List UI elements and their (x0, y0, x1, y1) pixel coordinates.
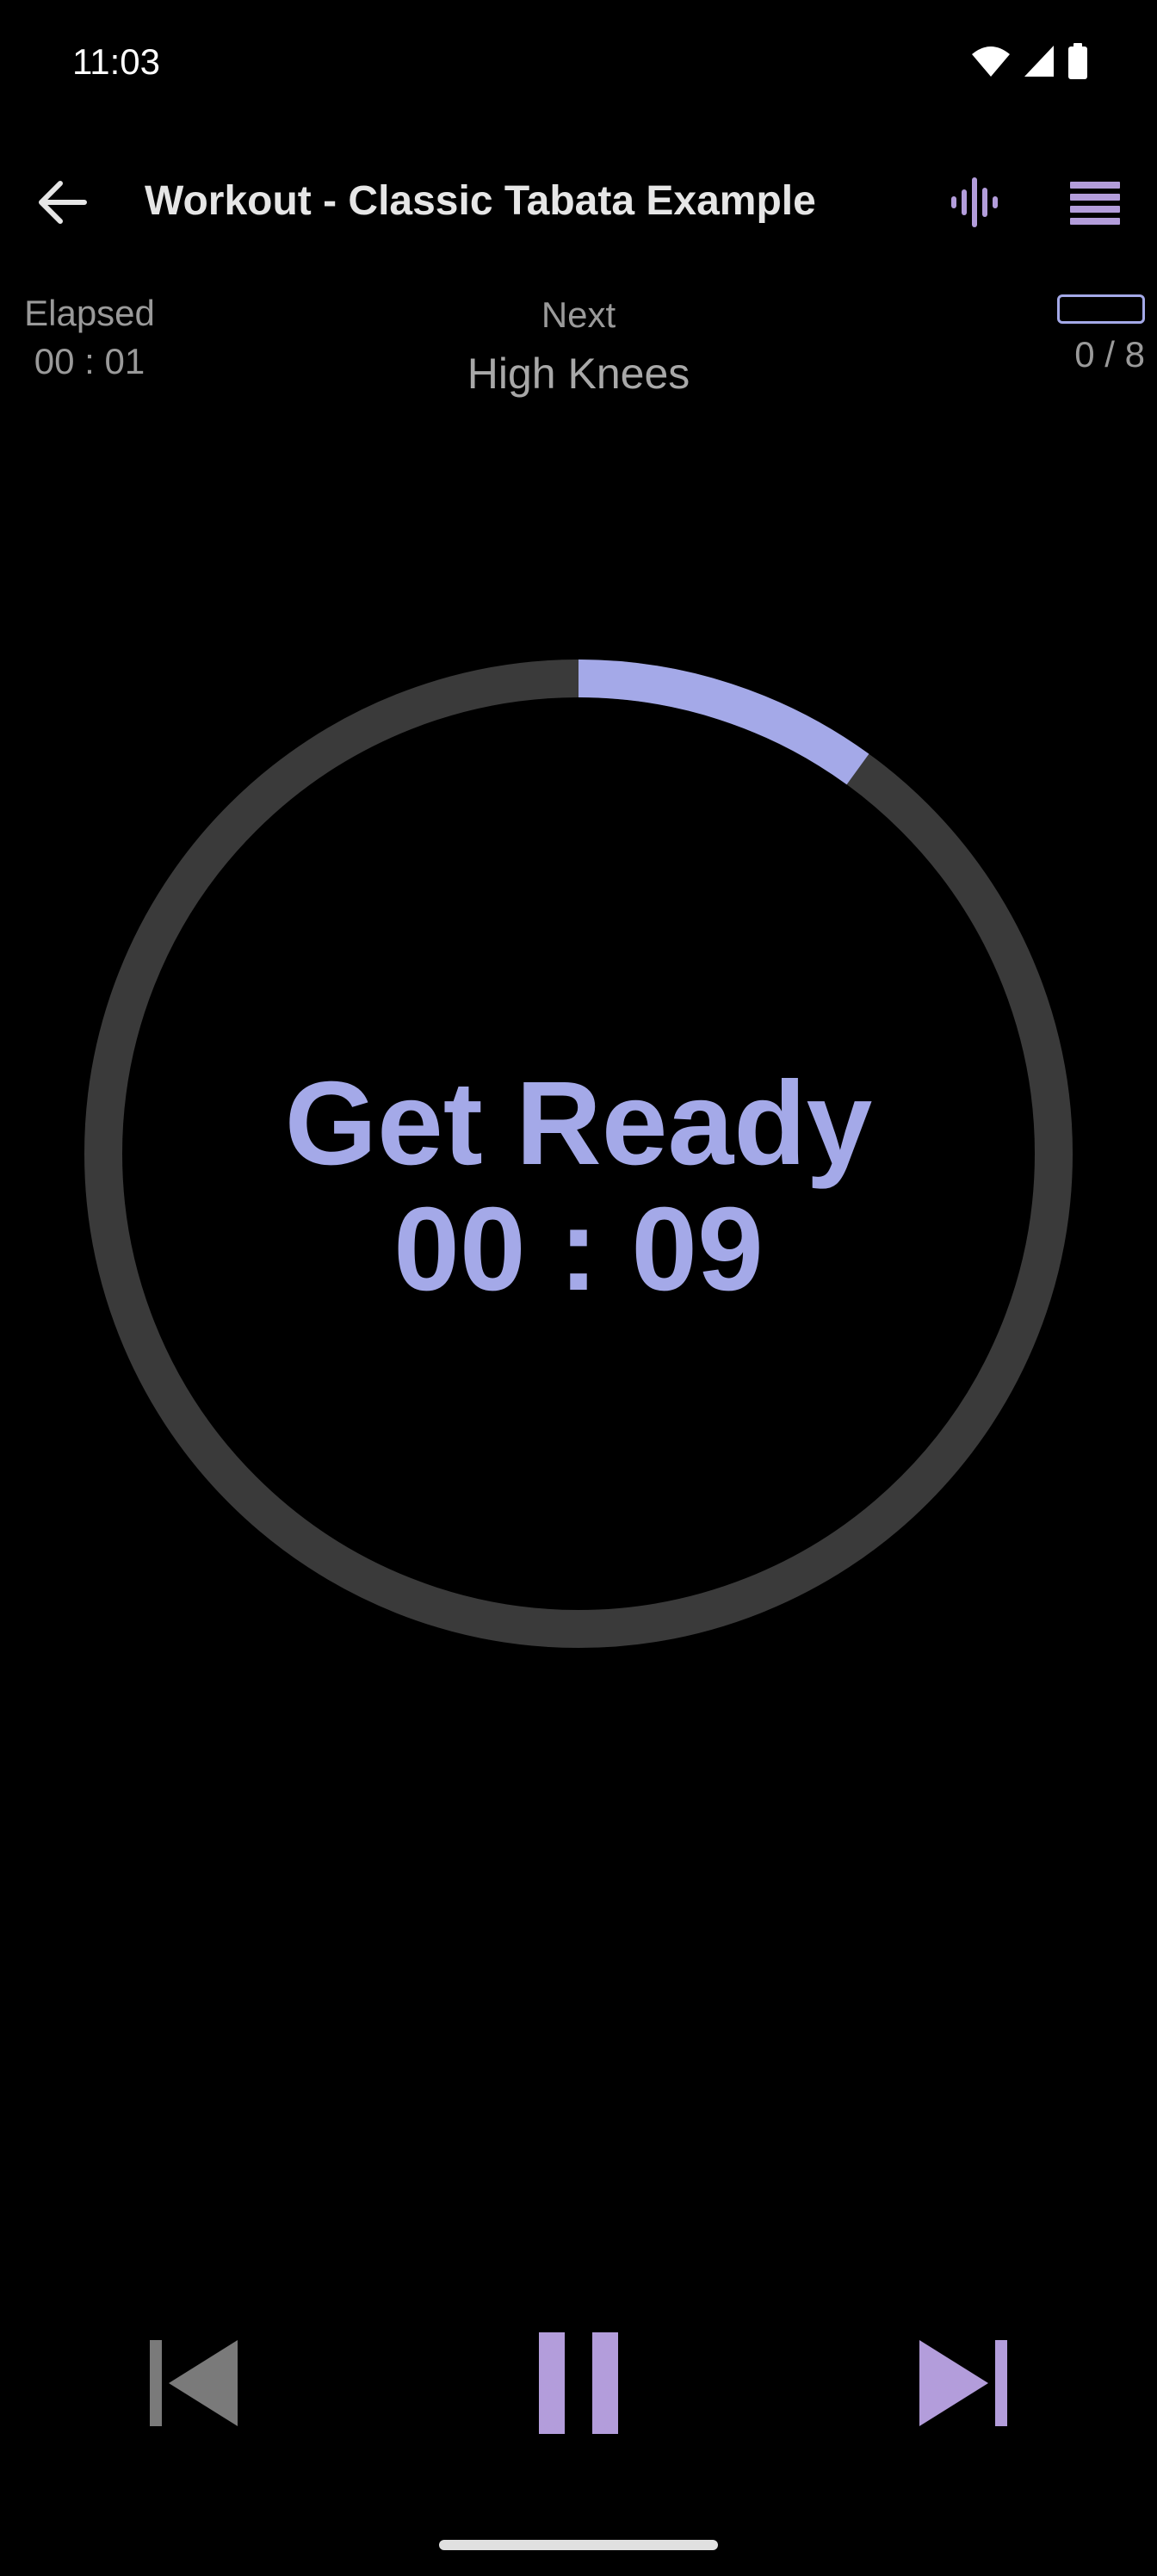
list-icon (1070, 180, 1120, 229)
round-progress: 0 / 8 (1042, 294, 1145, 375)
back-button[interactable] (26, 168, 98, 240)
pause-icon (539, 2331, 618, 2438)
phase-label: Get Ready (284, 1057, 873, 1190)
workout-screen: 11:03 Workout - Classic Tabata Example E… (0, 0, 1157, 2576)
pause-button[interactable] (518, 2325, 639, 2445)
countdown-timer: 00 : 09 (393, 1183, 764, 1316)
cell-signal-icon (1023, 44, 1055, 83)
home-indicator[interactable] (439, 2540, 718, 2550)
waveform-icon (949, 176, 1000, 232)
elapsed-value: 00 : 01 (34, 341, 145, 381)
next-exercise: Next High Knees (320, 289, 837, 406)
next-label: Next (541, 294, 616, 335)
next-exercise-name: High Knees (467, 350, 690, 398)
elapsed-label: Elapsed (24, 293, 155, 333)
round-progress-text: 0 / 8 (1074, 334, 1145, 375)
skip-next-icon (919, 2338, 1009, 2432)
workout-list-button[interactable] (1059, 168, 1131, 240)
page-title: Workout - Classic Tabata Example (145, 178, 816, 224)
previous-button[interactable] (133, 2325, 253, 2445)
timer-ring: Get Ready 00 : 09 (84, 659, 1073, 1648)
status-bar: 11:03 (0, 0, 1157, 121)
battery-icon (1067, 43, 1088, 84)
app-bar: Workout - Classic Tabata Example (0, 155, 1157, 250)
skip-next-button[interactable] (904, 2325, 1024, 2445)
skip-previous-icon (148, 2338, 238, 2432)
elapsed-display: Elapsed 00 : 01 (12, 289, 167, 386)
status-icons (971, 43, 1088, 84)
sound-button[interactable] (938, 168, 1011, 240)
wifi-icon (971, 44, 1011, 83)
arrow-left-icon (36, 180, 88, 229)
round-progress-bar (1057, 294, 1145, 324)
status-time: 11:03 (72, 41, 160, 82)
